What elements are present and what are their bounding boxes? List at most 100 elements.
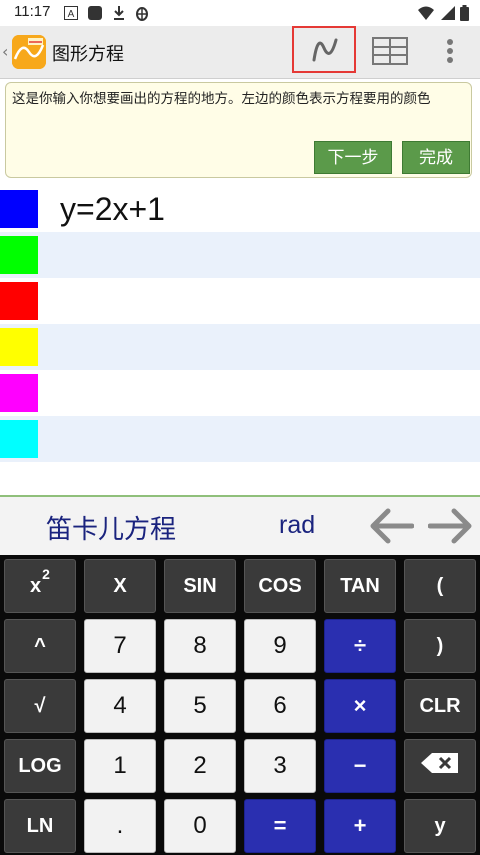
key-label: 2 (193, 752, 207, 779)
key-square[interactable]: x2 (4, 559, 76, 613)
key-sin[interactable]: SIN (164, 559, 236, 613)
back-icon[interactable]: ‹ (2, 42, 8, 61)
graph-icon (312, 38, 338, 62)
key-label: COS (258, 574, 302, 597)
mode-bar: 笛卡儿方程 rad (0, 497, 480, 555)
equation-row[interactable] (0, 278, 480, 324)
key-log[interactable]: LOG (4, 739, 76, 793)
angle-mode-toggle[interactable]: rad (279, 511, 315, 540)
key-1[interactable]: 1 (84, 739, 156, 793)
equation-input[interactable]: y=2x+1 (60, 186, 165, 232)
key-plus[interactable]: + (324, 799, 396, 853)
key-label: 3 (273, 752, 287, 779)
key-label: ^ (34, 634, 46, 657)
equation-row[interactable] (0, 416, 480, 462)
key-label: × (353, 693, 367, 718)
coordinate-mode-toggle[interactable]: 笛卡儿方程 (46, 509, 176, 546)
key-power[interactable]: ^ (4, 619, 76, 673)
equation-list: y=2x+1 (0, 186, 480, 462)
svg-text:A: A (68, 9, 75, 20)
key-label: − (353, 753, 367, 778)
key-label: 0 (193, 812, 207, 839)
hint-text: 这是你输入你想要画出的方程的地方。左边的颜色表示方程要用的颜色 (12, 91, 431, 107)
page-title: 图形方程 (52, 44, 124, 65)
key-cos[interactable]: COS (244, 559, 316, 613)
key-8[interactable]: 8 (164, 619, 236, 673)
arrow-left-icon[interactable] (368, 507, 415, 549)
key-decimal[interactable]: . (84, 799, 156, 853)
key-label: . (116, 812, 124, 839)
action-bar: ‹ 图形方程 (0, 26, 480, 79)
equation-row[interactable] (0, 232, 480, 278)
equation-color-swatch[interactable] (0, 236, 38, 274)
key-label: X (113, 574, 127, 597)
table-icon (372, 37, 408, 65)
calculator-keypad: x 2 X SIN COS TAN ( ^ 7 8 9 ÷) √ 4 5 6 × CLR LOG 1 2 3 − LN. 0 = +… (0, 555, 480, 855)
equation-color-swatch[interactable] (0, 190, 38, 228)
key-x[interactable]: X (84, 559, 156, 613)
key-label: ( (436, 574, 444, 597)
key-label: 4 (113, 692, 127, 719)
key-equals[interactable]: = (244, 799, 316, 853)
equation-color-swatch[interactable] (0, 328, 38, 366)
app-logo-icon[interactable] (12, 35, 46, 69)
download-icon (112, 5, 126, 25)
equation-row[interactable]: y=2x+1 (0, 186, 480, 232)
key-label: 9 (273, 632, 287, 659)
status-bar: 11:17 A (0, 0, 480, 26)
key-ln[interactable]: LN (4, 799, 76, 853)
key-label: LOG (18, 754, 62, 777)
key-clear[interactable]: CLR (404, 679, 476, 733)
key-label: TAN (340, 574, 380, 597)
key-superscript: 2 (42, 566, 50, 582)
more-options-button[interactable] (444, 37, 456, 69)
key-2[interactable]: 2 (164, 739, 236, 793)
signal-icon (440, 5, 456, 25)
key-y[interactable]: y (404, 799, 476, 853)
key-0[interactable]: 0 (164, 799, 236, 853)
key-label: 6 (273, 692, 287, 719)
table-tab-button[interactable] (372, 37, 408, 69)
wifi-icon (417, 5, 435, 25)
key-label: 7 (113, 632, 127, 659)
key-minus[interactable]: − (324, 739, 396, 793)
key-label: LN (26, 814, 54, 837)
key-6[interactable]: 6 (244, 679, 316, 733)
bug-icon (134, 5, 150, 25)
arrow-right-icon[interactable] (427, 507, 474, 549)
notification-a-icon: A (64, 5, 78, 24)
key-sqrt[interactable]: √ (4, 679, 76, 733)
key-label: ) (436, 634, 444, 657)
key-5[interactable]: 5 (164, 679, 236, 733)
equation-row[interactable] (0, 324, 480, 370)
key-multiply[interactable]: × (324, 679, 396, 733)
key-label: 8 (193, 632, 207, 659)
key-close-paren[interactable]: ) (404, 619, 476, 673)
equation-row[interactable] (0, 370, 480, 416)
graph-tab-button[interactable] (292, 26, 356, 73)
key-9[interactable]: 9 (244, 619, 316, 673)
key-label: y (434, 814, 446, 837)
key-label: CLR (419, 694, 461, 717)
key-tan[interactable]: TAN (324, 559, 396, 613)
equation-color-swatch[interactable] (0, 420, 38, 458)
key-label: ÷ (353, 633, 367, 658)
more-vert-icon (447, 39, 453, 63)
backspace-icon (420, 752, 460, 780)
key-label: + (353, 813, 367, 838)
battery-icon (460, 5, 469, 25)
status-time: 11:17 (14, 3, 51, 20)
done-button[interactable]: 完成 (402, 141, 470, 174)
tutorial-hint-panel: 这是你输入你想要画出的方程的地方。左边的颜色表示方程要用的颜色 下一步 完成 (5, 82, 472, 178)
key-backspace[interactable] (404, 739, 476, 793)
key-label: = (273, 813, 287, 838)
key-divide[interactable]: ÷ (324, 619, 396, 673)
key-4[interactable]: 4 (84, 679, 156, 733)
next-step-button[interactable]: 下一步 (314, 141, 392, 174)
equation-color-swatch[interactable] (0, 282, 38, 320)
key-7[interactable]: 7 (84, 619, 156, 673)
key-label: 1 (113, 752, 127, 779)
key-open-paren[interactable]: ( (404, 559, 476, 613)
key-3[interactable]: 3 (244, 739, 316, 793)
equation-color-swatch[interactable] (0, 374, 38, 412)
